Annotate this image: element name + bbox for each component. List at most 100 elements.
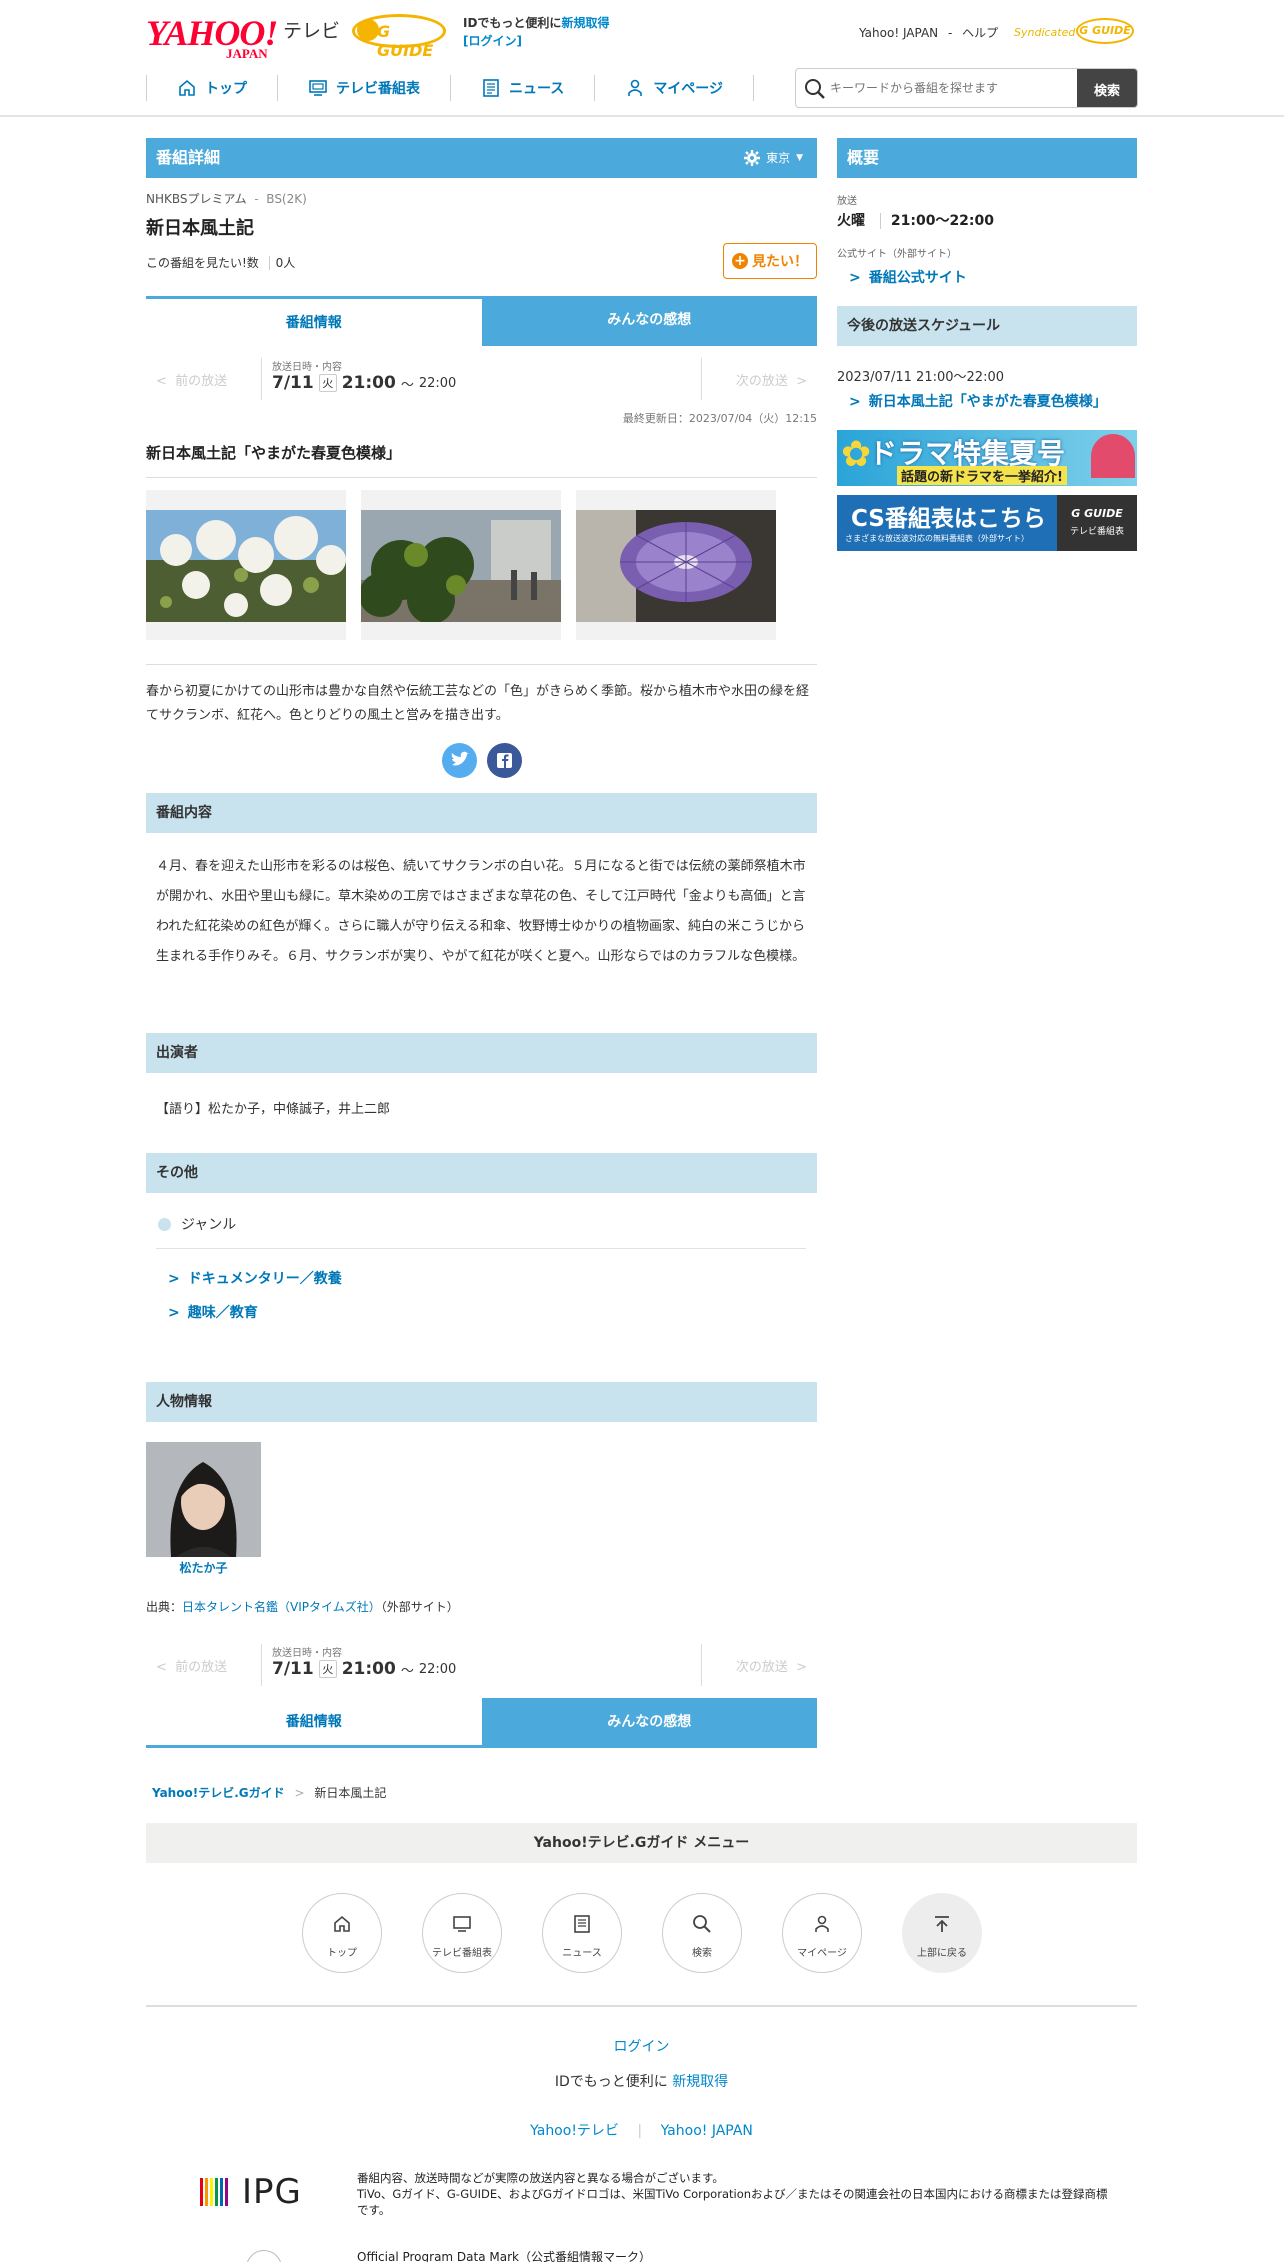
broadcast-datetime-label: 放送日時・内容 — [272, 362, 342, 373]
footer-signup-link[interactable]: 新規取得 — [672, 2074, 728, 2090]
program-photo[interactable] — [576, 490, 776, 640]
user-icon — [628, 79, 643, 96]
menu-top[interactable]: トップ — [302, 1893, 382, 1973]
breadcrumb-current: 新日本風土記 — [314, 1786, 387, 1800]
episode-title: 新日本風土記「やまがた春夏色模様」 — [146, 442, 817, 478]
menu-search[interactable]: 検索 — [662, 1893, 742, 1973]
person-photo[interactable] — [146, 1442, 261, 1557]
official-site-label: 公式サイト（外部サイト） — [837, 249, 957, 260]
want-to-watch-button[interactable]: + 見たい！ — [723, 243, 817, 279]
menu-top-label: トップ — [327, 1948, 357, 1959]
plant-market-image — [361, 510, 561, 622]
program-photo[interactable] — [361, 490, 561, 640]
drama-special-banner[interactable]: ✿ ドラマ特集夏号 話題の新ドラマを一挙紹介! — [837, 430, 1137, 486]
footer-promo: IDでもっと便利に 新規取得 — [146, 2071, 1137, 2091]
detail-section-header: 番組詳細 東京 ▼ — [146, 138, 817, 178]
footer-yahoo-tv-link[interactable]: Yahoo!テレビ — [530, 2123, 619, 2139]
tab-reviews[interactable]: みんなの感想 — [481, 296, 817, 346]
genre-link-documentary[interactable]: > ドキュメンタリー／教養 — [168, 1268, 342, 1288]
site-header: YAHOO! JAPAN テレビ G GUIDE IDでもっと便利に新規取得 [… — [0, 0, 1284, 117]
search-icon — [693, 1915, 711, 1933]
menu-mypage[interactable]: マイページ — [782, 1893, 862, 1973]
broadcast-dow: 火 — [318, 374, 337, 392]
source-note: （外部サイト） — [380, 1600, 459, 1614]
prev-broadcast[interactable]: < 前の放送 — [156, 370, 227, 389]
nav-news[interactable]: ニュース — [450, 75, 594, 101]
twitter-share-button[interactable] — [442, 743, 477, 778]
back-to-top-button[interactable]: 上部に戻る — [902, 1893, 982, 1973]
gguide-logo[interactable]: G GUIDE — [352, 14, 446, 60]
channel-name: NHKBSプレミアム — [146, 192, 247, 206]
menu-news-label: ニュース — [562, 1948, 602, 1959]
help-link[interactable]: ヘルプ — [962, 26, 998, 40]
schedule-date: 2023/07/11 21:00〜22:00 — [837, 370, 1004, 385]
caret-down-icon: ▼ — [796, 153, 803, 163]
signup-link[interactable]: 新規取得 — [561, 16, 609, 30]
cs-banner-logo-sub: テレビ番組表 — [1069, 527, 1124, 537]
facebook-share-button[interactable] — [487, 743, 522, 778]
footer-login-label: ログイン — [613, 2039, 670, 2055]
tab-program-info[interactable]: 番組情報 — [146, 1698, 482, 1748]
tab-program-info[interactable]: 番組情報 — [146, 296, 482, 346]
divider — [701, 358, 702, 400]
search-button[interactable]: 検索 — [1077, 69, 1137, 107]
tab-reviews[interactable]: みんなの感想 — [481, 1698, 817, 1748]
program-summary: 春から初夏にかけての山形市は豊かな自然や伝統工芸などの「色」がきらめく季節。桜か… — [146, 684, 810, 723]
breadcrumb: Yahoo!テレビ.Gガイド > 新日本風土記 — [152, 1784, 386, 1801]
footer-yahoo-japan-link[interactable]: Yahoo! JAPAN — [661, 2123, 753, 2139]
yahoo-japan-link[interactable]: Yahoo! JAPAN — [859, 26, 938, 40]
channel-sub: BS(2K) — [266, 192, 307, 206]
chevron-left-icon: < — [156, 374, 167, 389]
news-icon — [574, 1915, 590, 1933]
broadcast-date: 7/11 — [272, 1659, 314, 1679]
menu-tv-schedule[interactable]: テレビ番組表 — [422, 1893, 502, 1973]
umbrella-image — [576, 510, 776, 622]
program-photo[interactable] — [146, 490, 346, 640]
person-name-link[interactable]: 松たか子 — [146, 1559, 261, 1576]
cs-schedule-banner[interactable]: CS番組表はこちら さまざまな放送波対応の無料番組表（外部サイト） G GUID… — [837, 495, 1137, 551]
ipg-logo: IPG — [200, 2172, 302, 2212]
home-icon — [179, 79, 195, 96]
drama-banner-subtitle: 話題の新ドラマを一挙紹介! — [897, 466, 1067, 485]
breadcrumb-home-link[interactable]: Yahoo!テレビ.Gガイド — [152, 1786, 285, 1800]
person-portrait-image — [146, 1442, 261, 1557]
flower-icon: ✿ — [841, 434, 872, 475]
tv-logo-text[interactable]: テレビ — [283, 16, 340, 43]
official-data-mark-text: Official Program Data Mark（公式番組情報マーク） — [357, 2250, 651, 2262]
program-content-text: ４月、春を迎えた山形市を彩るのは桜色、続いてサクランボの白い花。５月になると街で… — [156, 859, 806, 964]
footer-login-link[interactable]: ログイン — [146, 2036, 1137, 2056]
menu-news[interactable]: ニュース — [542, 1893, 622, 1973]
footer-promo-text: IDでもっと便利に — [554, 2074, 668, 2090]
next-broadcast[interactable]: 次の放送 > — [736, 1656, 807, 1675]
bullet-icon — [158, 1217, 171, 1231]
want-count-value: 0人 — [268, 256, 296, 270]
summary-header: 概要 — [837, 138, 1137, 178]
next-broadcast[interactable]: 次の放送 > — [736, 370, 807, 389]
tabs-top: 番組情報 みんなの感想 — [146, 296, 817, 346]
cherry-blossom-image — [146, 510, 346, 622]
nav-tv-schedule[interactable]: テレビ番組表 — [277, 75, 450, 101]
broadcast-datetime: 放送日時・内容 7/11 火 21:00 〜 22:00 — [261, 1644, 456, 1686]
gear-icon — [744, 150, 761, 166]
broadcast-start: 21:00 — [341, 1659, 396, 1679]
cs-banner-logo-text: G GUIDE — [1071, 507, 1123, 520]
broadcast-time: 21:00〜22:00 — [879, 213, 995, 229]
prev-broadcast-label: 前の放送 — [175, 374, 228, 389]
talent-directory-link[interactable]: 日本タレント名鑑（VIPタイムズ社） — [182, 1600, 381, 1614]
login-link[interactable]: [ログイン] — [463, 34, 522, 48]
footer-notice-1: 番組内容、放送時間などが実際の放送内容と異なる場合がございます。 — [357, 2171, 724, 2185]
search-input[interactable] — [830, 75, 1080, 101]
schedule-episode-link[interactable]: > 新日本風土記「やまがた春夏色模様」 — [849, 391, 1139, 411]
id-promo-text: IDでもっと便利に — [463, 16, 562, 30]
plus-circle-icon: + — [732, 253, 748, 269]
prev-broadcast[interactable]: < 前の放送 — [156, 1656, 227, 1675]
nav-mypage[interactable]: マイページ — [594, 75, 755, 101]
nav-news-label: ニュース — [509, 81, 565, 97]
nav-top[interactable]: トップ — [146, 75, 277, 101]
official-site-link[interactable]: > 番組公式サイト — [849, 267, 1149, 287]
genre-link-hobby[interactable]: > 趣味／教育 — [168, 1302, 258, 1322]
broadcast-slot: 火曜 21:00〜22:00 — [837, 210, 1137, 230]
chevron-right-icon: > — [168, 1305, 180, 1321]
official-site-link-label: 番組公式サイト — [868, 270, 967, 286]
region-selector[interactable]: 東京 ▼ — [744, 138, 803, 178]
